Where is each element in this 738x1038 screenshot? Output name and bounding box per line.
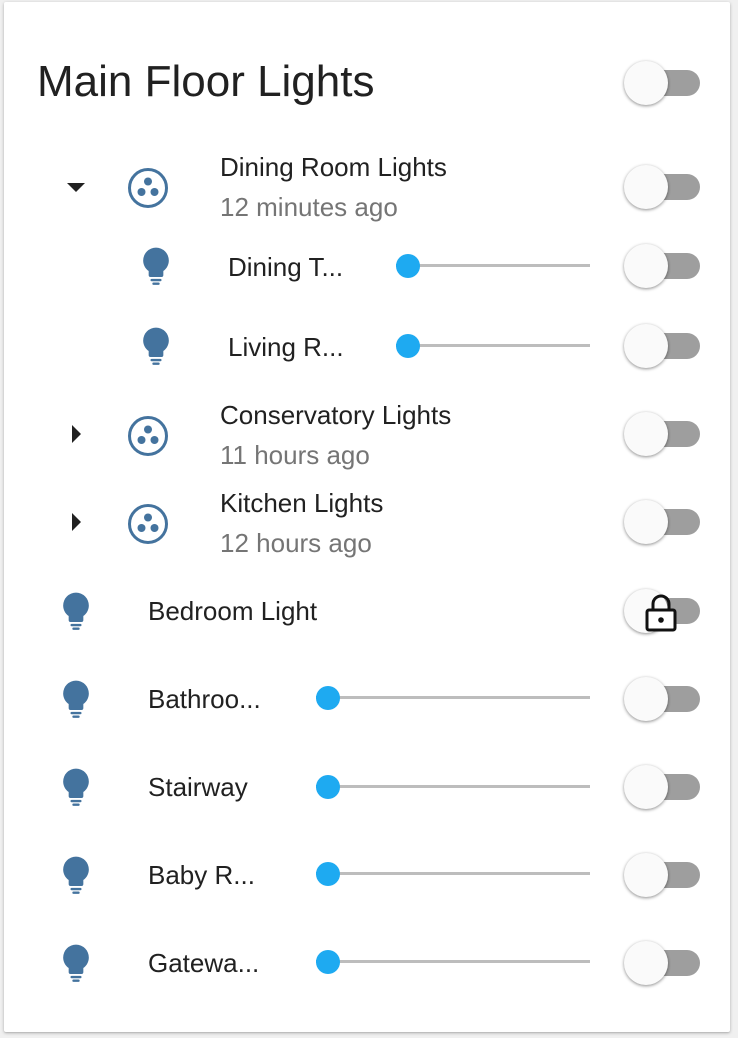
group-last-changed: 11 hours ago <box>220 440 370 470</box>
toggle-knob <box>624 765 668 809</box>
toggle-knob <box>624 324 668 368</box>
lightbulb-icon <box>54 677 98 721</box>
group-name: Conservatory Lights <box>220 400 452 430</box>
brightness-slider[interactable] <box>316 862 590 886</box>
light-name: Gatewa... <box>148 948 260 978</box>
slider-knob[interactable] <box>396 334 420 358</box>
brightness-slider[interactable] <box>396 254 590 278</box>
group-icon <box>126 502 170 546</box>
chevron-down-icon[interactable] <box>64 175 88 199</box>
group-icon <box>126 166 170 210</box>
slider-knob[interactable] <box>316 950 340 974</box>
dining-t-toggle[interactable] <box>624 244 700 288</box>
dining-room-lights-toggle[interactable] <box>624 165 700 209</box>
lightbulb-icon <box>54 589 98 633</box>
gateway-toggle[interactable] <box>624 941 700 985</box>
group-icon <box>126 414 170 458</box>
brightness-slider[interactable] <box>396 334 590 358</box>
slider-track <box>316 872 590 875</box>
slider-track <box>396 264 590 267</box>
slider-track <box>316 696 590 699</box>
brightness-slider[interactable] <box>316 686 590 710</box>
lightbulb-icon <box>54 853 98 897</box>
main-floor-lights-toggle[interactable] <box>624 61 700 105</box>
toggle-knob <box>624 677 668 721</box>
slider-knob[interactable] <box>316 862 340 886</box>
brightness-slider[interactable] <box>316 775 590 799</box>
toggle-knob <box>624 500 668 544</box>
toggle-knob <box>624 853 668 897</box>
baby-room-toggle[interactable] <box>624 853 700 897</box>
toggle-knob <box>624 941 668 985</box>
slider-track <box>316 960 590 963</box>
lock-icon[interactable] <box>642 593 682 633</box>
toggle-knob <box>624 244 668 288</box>
light-name: Baby R... <box>148 860 255 890</box>
main-floor-lights-card: Main Floor Lights Dining Room Lights 12 … <box>4 2 730 1032</box>
group-last-changed: 12 minutes ago <box>220 192 398 222</box>
card-title: Main Floor Lights <box>37 57 375 106</box>
group-name: Dining Room Lights <box>220 152 447 182</box>
conservatory-lights-toggle[interactable] <box>624 412 700 456</box>
kitchen-lights-toggle[interactable] <box>624 500 700 544</box>
slider-knob[interactable] <box>316 686 340 710</box>
slider-track <box>316 785 590 788</box>
lightbulb-icon <box>54 941 98 985</box>
lightbulb-icon <box>54 765 98 809</box>
slider-knob[interactable] <box>396 254 420 278</box>
living-r-toggle[interactable] <box>624 324 700 368</box>
group-last-changed: 12 hours ago <box>220 528 372 558</box>
chevron-right-icon[interactable] <box>64 422 88 446</box>
light-name: Stairway <box>148 772 248 802</box>
bedroom-light-toggle[interactable] <box>624 589 700 633</box>
stairway-toggle[interactable] <box>624 765 700 809</box>
light-name: Dining T... <box>228 252 344 282</box>
lightbulb-icon <box>134 244 178 288</box>
toggle-knob <box>624 61 668 105</box>
toggle-knob <box>624 165 668 209</box>
light-name: Bedroom Light <box>148 596 318 626</box>
light-name: Bathroo... <box>148 684 261 714</box>
chevron-right-icon[interactable] <box>64 510 88 534</box>
slider-knob[interactable] <box>316 775 340 799</box>
group-name: Kitchen Lights <box>220 488 384 518</box>
lightbulb-icon <box>134 324 178 368</box>
slider-track <box>396 344 590 347</box>
light-name: Living R... <box>228 332 344 362</box>
bathroom-toggle[interactable] <box>624 677 700 721</box>
brightness-slider[interactable] <box>316 950 590 974</box>
toggle-knob <box>624 412 668 456</box>
